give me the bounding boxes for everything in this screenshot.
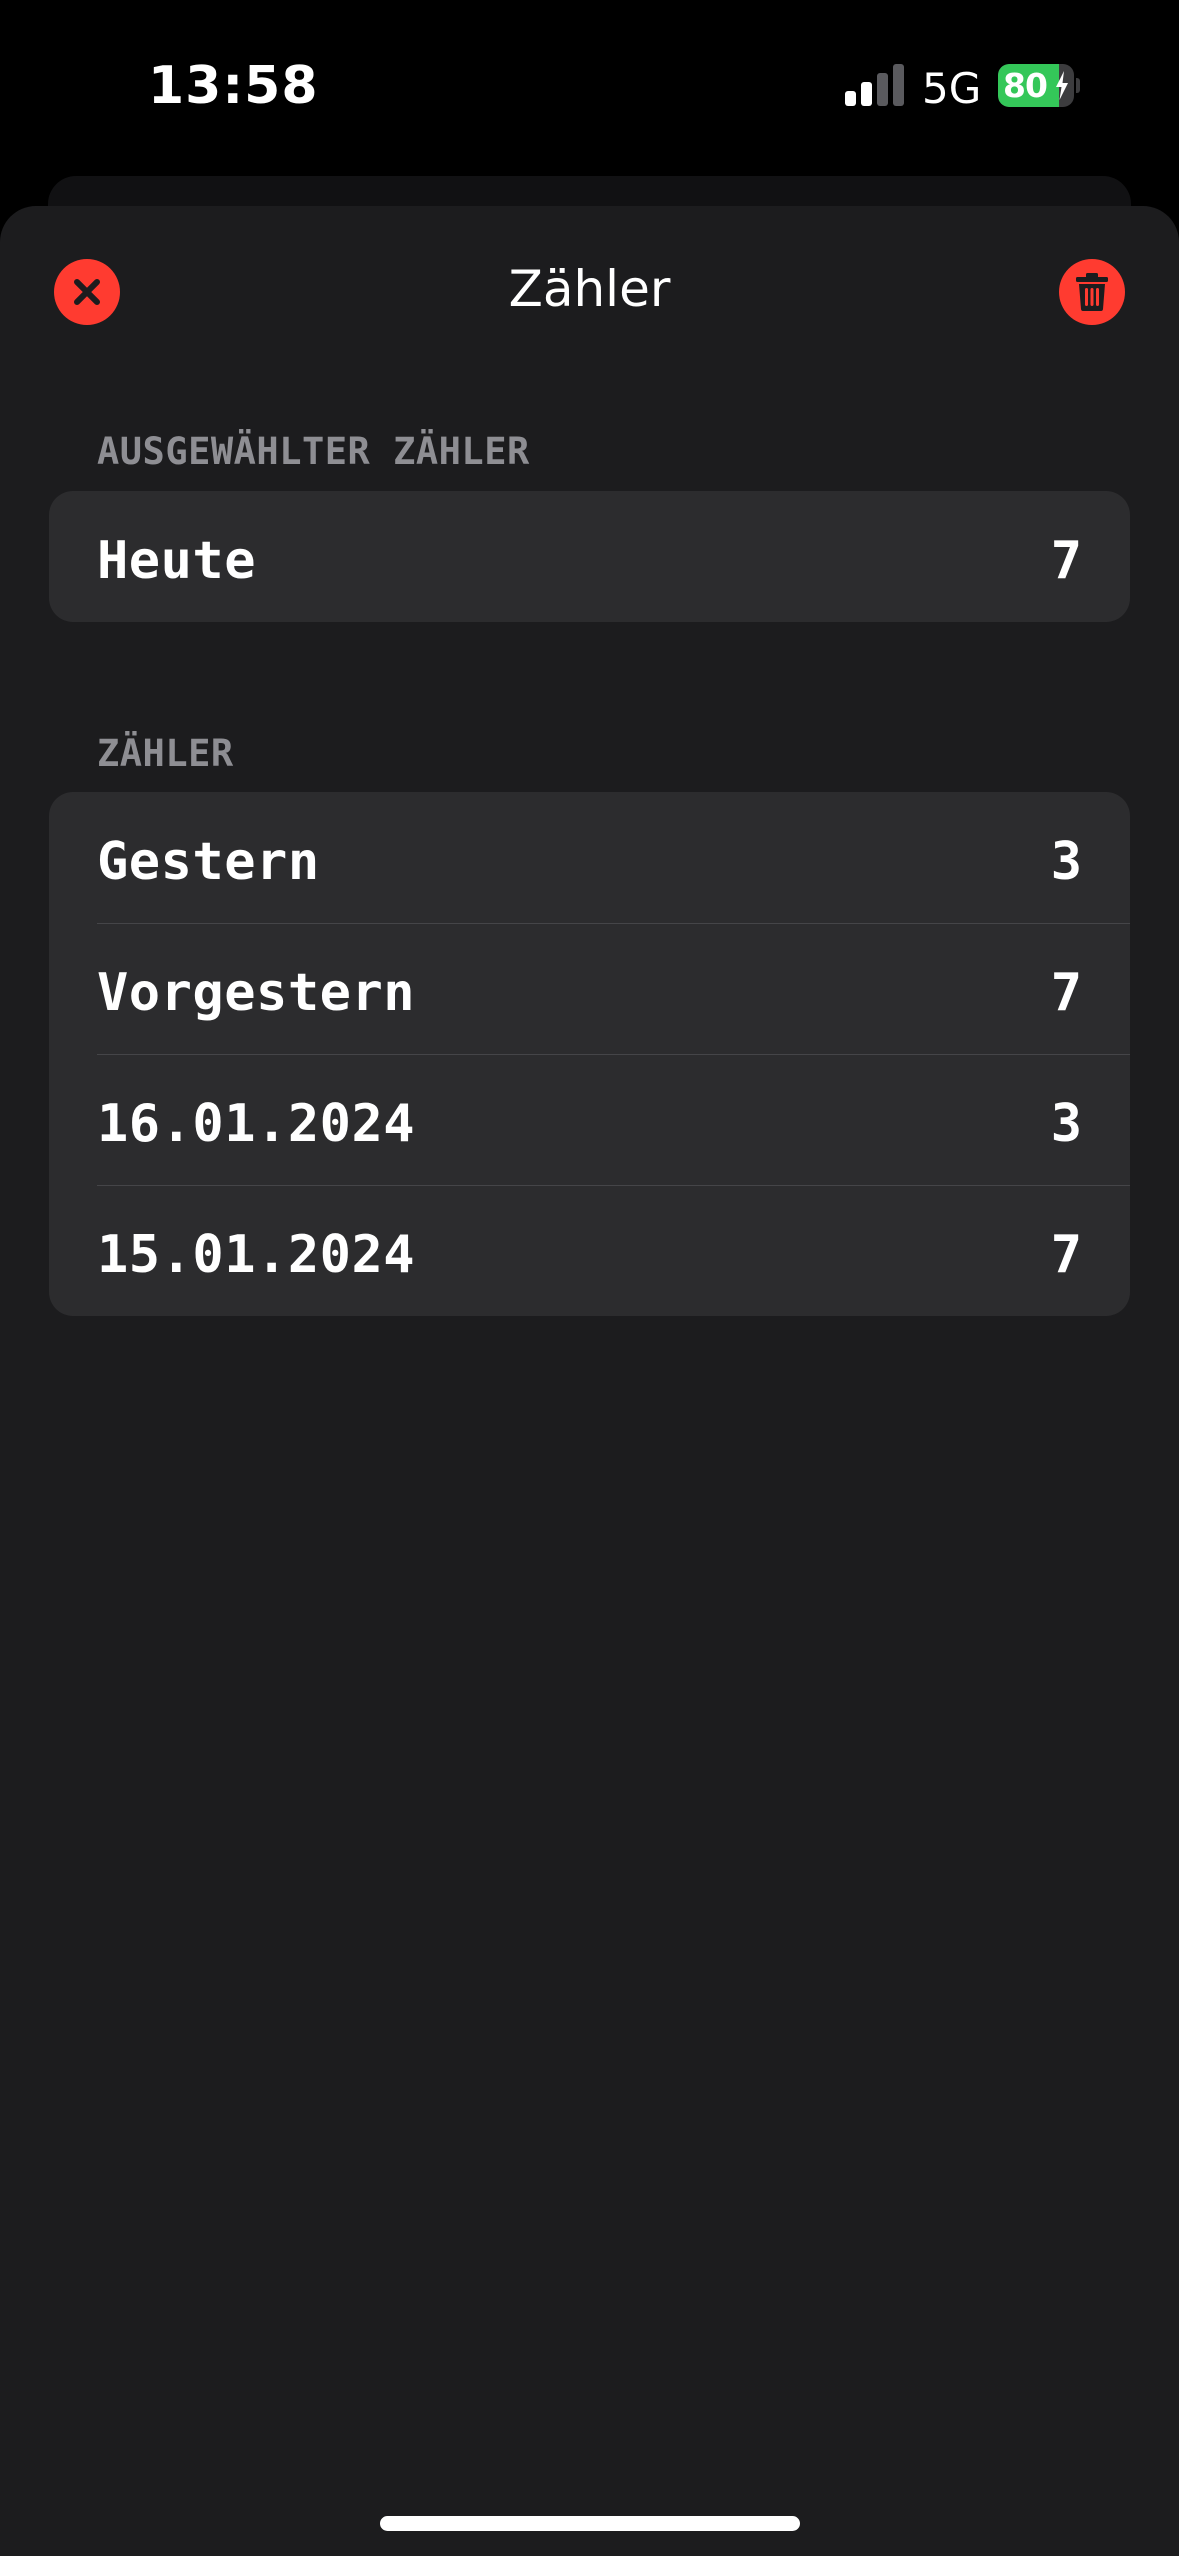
list-item[interactable]: Vorgestern 7 (49, 923, 1130, 1054)
battery-percent: 80 (1003, 66, 1048, 105)
network-type: 5G (922, 64, 982, 113)
counter-label: 16.01.2024 (97, 1094, 416, 1154)
signal-bar (845, 91, 856, 106)
home-indicator[interactable] (380, 2516, 800, 2531)
counter-label: Heute (97, 531, 257, 591)
list-item[interactable]: Gestern 3 (49, 792, 1130, 923)
sheet-title: Zähler (508, 260, 671, 318)
status-time: 13:58 (148, 56, 319, 116)
selected-counter-group: Heute 7 (49, 491, 1130, 622)
list-item[interactable]: Heute 7 (49, 491, 1130, 622)
counter-label: Vorgestern (97, 963, 416, 1023)
list-item[interactable]: 16.01.2024 3 (49, 1054, 1130, 1185)
charging-bolt-icon (1056, 71, 1068, 100)
signal-bar (893, 64, 904, 106)
trash-icon (1076, 273, 1108, 311)
battery-icon: 80 (998, 64, 1080, 107)
cellular-signal-icon (845, 64, 905, 106)
status-bar: 13:58 5G 80 (0, 0, 1179, 170)
battery-body: 80 (998, 64, 1074, 107)
counter-value: 7 (1050, 963, 1082, 1023)
counter-value: 3 (1050, 832, 1082, 892)
counters-group: Gestern 3 Vorgestern 7 16.01.2024 3 15.0… (49, 792, 1130, 1316)
selected-counter-section-header: AUSGEWÄHLTER ZÄHLER (97, 430, 530, 473)
battery-nub (1076, 78, 1080, 93)
counter-label: Gestern (97, 832, 320, 892)
signal-bar (861, 82, 872, 106)
list-item[interactable]: 15.01.2024 7 (49, 1185, 1130, 1316)
delete-button[interactable] (1059, 259, 1125, 325)
counters-section-header: ZÄHLER (97, 732, 234, 775)
counter-value: 7 (1050, 1225, 1082, 1285)
counter-value: 7 (1050, 531, 1082, 591)
counter-value: 3 (1050, 1094, 1082, 1154)
signal-bar (877, 73, 888, 106)
counter-label: 15.01.2024 (97, 1225, 416, 1285)
